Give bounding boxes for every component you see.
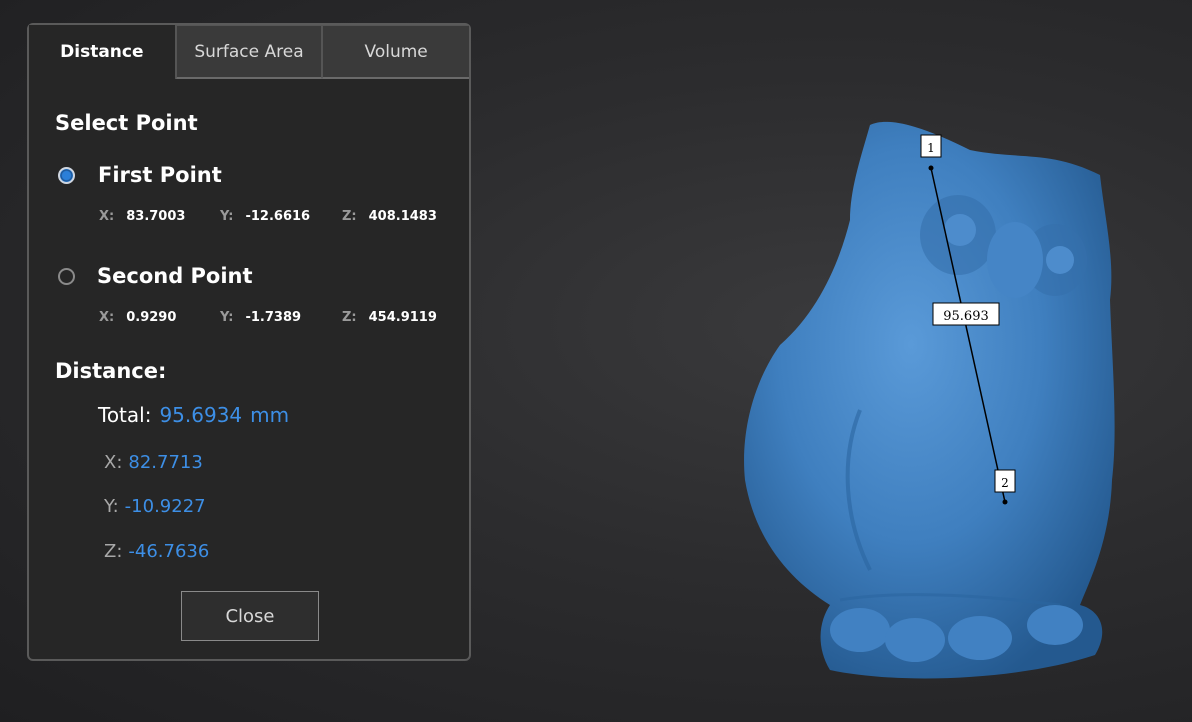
distance-z: Z: -46.7636 [104, 541, 210, 562]
close-button[interactable]: Close [181, 591, 319, 641]
distance-y: Y: -10.9227 [104, 496, 206, 517]
tab-volume[interactable]: Volume [322, 25, 469, 79]
distance-total-value: 95.6934 [159, 403, 243, 427]
distance-x: X: 82.7713 [104, 452, 203, 473]
second-point-y: Y: -1.7389 [220, 310, 302, 325]
marker-1-point [928, 165, 934, 171]
measure-label: 95.693 [943, 309, 989, 324]
measure-panel: Distance Surface Area Volume Select Poin… [27, 23, 471, 661]
second-point-z: Z: 454.9119 [342, 310, 437, 325]
distance-heading: Distance: [55, 359, 167, 383]
tab-surface-area[interactable]: Surface Area [175, 25, 323, 79]
second-point-label[interactable]: Second Point [97, 264, 253, 288]
select-point-heading: Select Point [55, 111, 198, 135]
tab-distance[interactable]: Distance [29, 25, 176, 79]
marker-2-point [1002, 499, 1008, 505]
first-point-y: Y: -12.6616 [220, 209, 311, 224]
first-point-x: X: 83.7003 [99, 209, 186, 224]
3d-viewport[interactable]: 1 2 95.693 [720, 100, 1140, 700]
second-point-x: X: 0.9290 [99, 310, 177, 325]
first-point-radio[interactable] [58, 167, 75, 184]
owl-model[interactable] [744, 121, 1115, 679]
distance-unit: mm [250, 403, 290, 427]
marker-1-label: 1 [927, 141, 935, 155]
first-point-label[interactable]: First Point [98, 163, 222, 187]
tab-bar: Distance Surface Area Volume [29, 25, 469, 81]
first-point-z: Z: 408.1483 [342, 209, 437, 224]
distance-total: Total: 95.6934 mm [98, 403, 290, 427]
second-point-radio[interactable] [58, 268, 75, 285]
marker-2-label: 2 [1001, 476, 1009, 490]
